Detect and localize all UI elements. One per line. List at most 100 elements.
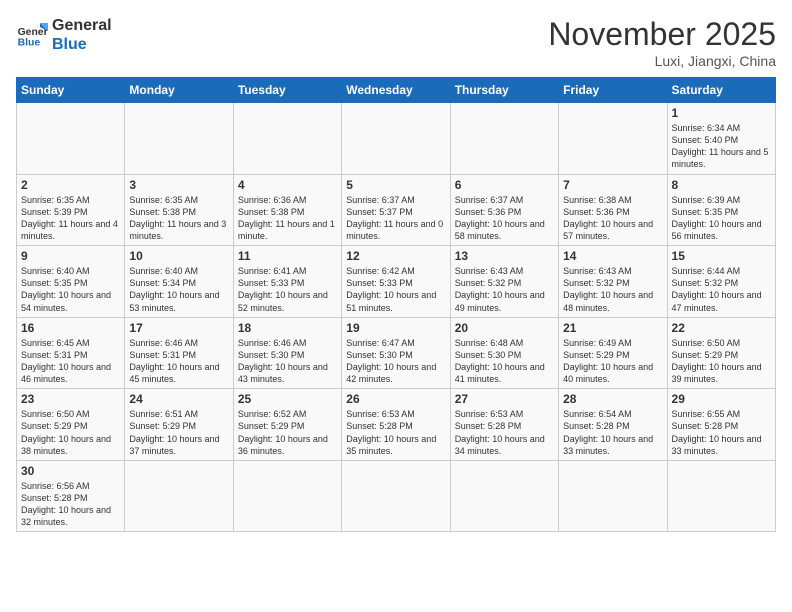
calendar-week-6: 30Sunrise: 6:56 AM Sunset: 5:28 PM Dayli… [17, 460, 776, 532]
calendar-cell: 15 Sunrise: 6:44 AM Sunset: 5:32 PM Dayli… [667, 246, 775, 318]
calendar-table: SundayMondayTuesdayWednesdayThursdayFrid… [16, 77, 776, 532]
location-text: Luxi, Jiangxi, China [548, 53, 776, 69]
weekday-header-row: SundayMondayTuesdayWednesdayThursdayFrid… [17, 78, 776, 103]
day-number: 12 [346, 249, 445, 263]
day-info: Sunrise: 6:55 AM Sunset: 5:28 PM Dayligh… [672, 408, 771, 457]
day-info: Sunrise: 6:37 AM Sunset: 5:37 PM Dayligh… [346, 194, 445, 243]
day-info: Sunrise: 6:42 AM Sunset: 5:33 PM Dayligh… [346, 265, 445, 314]
weekday-header-friday: Friday [559, 78, 667, 103]
calendar-cell: 5 Sunrise: 6:37 AM Sunset: 5:37 PM Daylig… [342, 174, 450, 246]
calendar-cell: 8Sunrise: 6:39 AM Sunset: 5:35 PM Daylig… [667, 174, 775, 246]
day-number: 2 [21, 178, 120, 192]
day-info: Sunrise: 6:51 AM Sunset: 5:29 PM Dayligh… [129, 408, 228, 457]
calendar-cell: 22 Sunrise: 6:50 AM Sunset: 5:29 PM Dayli… [667, 317, 775, 389]
day-number: 18 [238, 321, 337, 335]
day-info: Sunrise: 6:53 AM Sunset: 5:28 PM Dayligh… [346, 408, 445, 457]
logo-general-text: General [52, 16, 112, 35]
day-info: Sunrise: 6:41 AM Sunset: 5:33 PM Dayligh… [238, 265, 337, 314]
calendar-cell: 2 Sunrise: 6:35 AM Sunset: 5:39 PM Daylig… [17, 174, 125, 246]
day-number: 8 [672, 178, 771, 192]
day-info: Sunrise: 6:53 AM Sunset: 5:28 PM Dayligh… [455, 408, 554, 457]
logo: General Blue General Blue [16, 16, 112, 54]
calendar-cell [342, 460, 450, 532]
day-number: 11 [238, 249, 337, 263]
day-number: 24 [129, 392, 228, 406]
calendar-week-1: 1 Sunrise: 6:34 AM Sunset: 5:40 PM Daylig… [17, 103, 776, 175]
day-info: Sunrise: 6:38 AM Sunset: 5:36 PM Dayligh… [563, 194, 662, 243]
calendar-week-4: 16 Sunrise: 6:45 AM Sunset: 5:31 PM Dayli… [17, 317, 776, 389]
day-number: 28 [563, 392, 662, 406]
day-info: Sunrise: 6:49 AM Sunset: 5:29 PM Dayligh… [563, 337, 662, 386]
page-header: General Blue General Blue November 2025 … [16, 16, 776, 69]
day-number: 15 [672, 249, 771, 263]
calendar-cell [450, 460, 558, 532]
day-info: Sunrise: 6:37 AM Sunset: 5:36 PM Dayligh… [455, 194, 554, 243]
weekday-header-thursday: Thursday [450, 78, 558, 103]
calendar-week-2: 2 Sunrise: 6:35 AM Sunset: 5:39 PM Daylig… [17, 174, 776, 246]
day-info: Sunrise: 6:34 AM Sunset: 5:40 PM Dayligh… [672, 122, 771, 171]
calendar-cell: 14 Sunrise: 6:43 AM Sunset: 5:32 PM Dayli… [559, 246, 667, 318]
day-number: 27 [455, 392, 554, 406]
calendar-cell [559, 460, 667, 532]
day-info: Sunrise: 6:35 AM Sunset: 5:38 PM Dayligh… [129, 194, 228, 243]
calendar-cell: 25 Sunrise: 6:52 AM Sunset: 5:29 PM Dayli… [233, 389, 341, 461]
day-info: Sunrise: 6:54 AM Sunset: 5:28 PM Dayligh… [563, 408, 662, 457]
calendar-cell [559, 103, 667, 175]
day-info: Sunrise: 6:56 AM Sunset: 5:28 PM Dayligh… [21, 480, 120, 529]
calendar-cell: 24 Sunrise: 6:51 AM Sunset: 5:29 PM Dayli… [125, 389, 233, 461]
calendar-cell [125, 103, 233, 175]
day-number: 26 [346, 392, 445, 406]
day-info: Sunrise: 6:52 AM Sunset: 5:29 PM Dayligh… [238, 408, 337, 457]
calendar-cell: 16 Sunrise: 6:45 AM Sunset: 5:31 PM Dayli… [17, 317, 125, 389]
day-number: 21 [563, 321, 662, 335]
day-info: Sunrise: 6:43 AM Sunset: 5:32 PM Dayligh… [563, 265, 662, 314]
calendar-cell: 29 Sunrise: 6:55 AM Sunset: 5:28 PM Dayli… [667, 389, 775, 461]
day-info: Sunrise: 6:40 AM Sunset: 5:34 PM Dayligh… [129, 265, 228, 314]
day-number: 7 [563, 178, 662, 192]
calendar-cell: 9Sunrise: 6:40 AM Sunset: 5:35 PM Daylig… [17, 246, 125, 318]
day-number: 6 [455, 178, 554, 192]
day-number: 19 [346, 321, 445, 335]
day-info: Sunrise: 6:46 AM Sunset: 5:31 PM Dayligh… [129, 337, 228, 386]
calendar-cell: 6 Sunrise: 6:37 AM Sunset: 5:36 PM Daylig… [450, 174, 558, 246]
calendar-week-3: 9Sunrise: 6:40 AM Sunset: 5:35 PM Daylig… [17, 246, 776, 318]
day-number: 23 [21, 392, 120, 406]
calendar-cell: 27 Sunrise: 6:53 AM Sunset: 5:28 PM Dayli… [450, 389, 558, 461]
day-info: Sunrise: 6:35 AM Sunset: 5:39 PM Dayligh… [21, 194, 120, 243]
day-info: Sunrise: 6:50 AM Sunset: 5:29 PM Dayligh… [21, 408, 120, 457]
day-number: 17 [129, 321, 228, 335]
calendar-cell: 23 Sunrise: 6:50 AM Sunset: 5:29 PM Dayli… [17, 389, 125, 461]
calendar-cell [17, 103, 125, 175]
title-block: November 2025 Luxi, Jiangxi, China [548, 16, 776, 69]
day-number: 29 [672, 392, 771, 406]
day-info: Sunrise: 6:36 AM Sunset: 5:38 PM Dayligh… [238, 194, 337, 243]
calendar-cell [125, 460, 233, 532]
day-number: 14 [563, 249, 662, 263]
day-number: 16 [21, 321, 120, 335]
calendar-cell: 19 Sunrise: 6:47 AM Sunset: 5:30 PM Dayli… [342, 317, 450, 389]
calendar-cell: 3Sunrise: 6:35 AM Sunset: 5:38 PM Daylig… [125, 174, 233, 246]
day-info: Sunrise: 6:45 AM Sunset: 5:31 PM Dayligh… [21, 337, 120, 386]
logo-icon: General Blue [16, 19, 48, 51]
calendar-cell [233, 103, 341, 175]
calendar-cell: 1 Sunrise: 6:34 AM Sunset: 5:40 PM Daylig… [667, 103, 775, 175]
day-number: 25 [238, 392, 337, 406]
weekday-header-tuesday: Tuesday [233, 78, 341, 103]
calendar-cell: 4 Sunrise: 6:36 AM Sunset: 5:38 PM Daylig… [233, 174, 341, 246]
day-number: 4 [238, 178, 337, 192]
day-number: 22 [672, 321, 771, 335]
weekday-header-monday: Monday [125, 78, 233, 103]
day-number: 13 [455, 249, 554, 263]
calendar-cell: 12 Sunrise: 6:42 AM Sunset: 5:33 PM Dayli… [342, 246, 450, 318]
day-info: Sunrise: 6:50 AM Sunset: 5:29 PM Dayligh… [672, 337, 771, 386]
calendar-cell: 21 Sunrise: 6:49 AM Sunset: 5:29 PM Dayli… [559, 317, 667, 389]
day-info: Sunrise: 6:44 AM Sunset: 5:32 PM Dayligh… [672, 265, 771, 314]
day-number: 5 [346, 178, 445, 192]
calendar-cell: 20Sunrise: 6:48 AM Sunset: 5:30 PM Dayli… [450, 317, 558, 389]
day-number: 9 [21, 249, 120, 263]
logo-blue-text: Blue [52, 35, 112, 54]
day-info: Sunrise: 6:47 AM Sunset: 5:30 PM Dayligh… [346, 337, 445, 386]
calendar-cell: 17 Sunrise: 6:46 AM Sunset: 5:31 PM Dayli… [125, 317, 233, 389]
day-number: 1 [672, 106, 771, 120]
weekday-header-wednesday: Wednesday [342, 78, 450, 103]
